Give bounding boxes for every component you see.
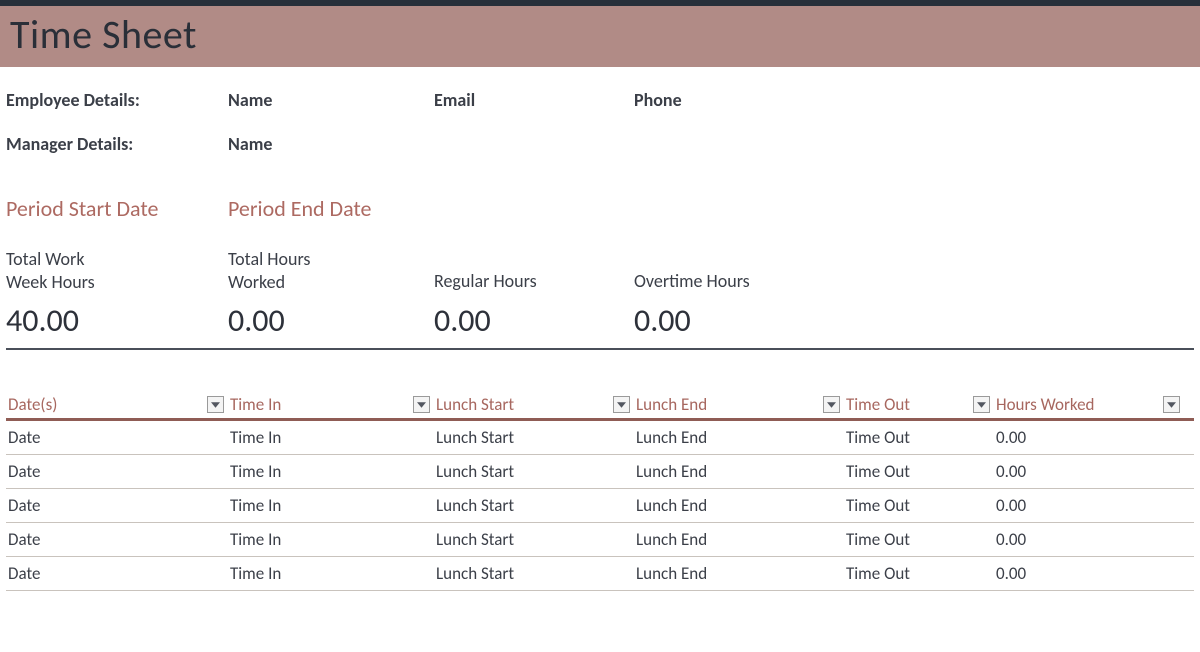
cell-hours: 0.00 [994, 523, 1184, 556]
cell-lunch-start[interactable]: Lunch Start [434, 421, 634, 454]
filter-dropdown-icon[interactable] [1163, 396, 1180, 413]
col-header-time-in-label: Time In [230, 394, 281, 415]
employee-email[interactable]: Email [434, 89, 634, 111]
cell-hours: 0.00 [994, 455, 1184, 488]
cell-lunch-end[interactable]: Lunch End [634, 557, 844, 590]
employee-phone[interactable]: Phone [634, 89, 844, 111]
col-header-hours-worked[interactable]: Hours Worked [994, 390, 1184, 418]
summary-value-0: 40.00 [6, 301, 228, 346]
summary-value-1: 0.00 [228, 301, 434, 346]
cell-time-in[interactable]: Time In [228, 421, 434, 454]
summary-label-0: Total Work Week Hours [6, 248, 228, 301]
cell-time-out[interactable]: Time Out [844, 523, 994, 556]
cell-time-in[interactable]: Time In [228, 489, 434, 522]
table-row: Date Time In Lunch Start Lunch End Time … [6, 557, 1194, 591]
employee-details-label: Employee Details: [6, 89, 228, 111]
col-header-hours-worked-label: Hours Worked [996, 394, 1095, 415]
details-section: Employee Details: Name Email Phone Manag… [0, 67, 1200, 187]
cell-date[interactable]: Date [6, 557, 228, 590]
cell-lunch-start[interactable]: Lunch Start [434, 455, 634, 488]
table-row: Date Time In Lunch Start Lunch End Time … [6, 489, 1194, 523]
cell-hours: 0.00 [994, 421, 1184, 454]
summary-label-3: Overtime Hours [634, 248, 844, 301]
cell-lunch-start[interactable]: Lunch Start [434, 523, 634, 556]
table-header-row: Date(s) Time In Lunch Start Lunch End Ti… [6, 390, 1194, 421]
table-row: Date Time In Lunch Start Lunch End Time … [6, 421, 1194, 455]
page-title: Time Sheet [10, 10, 1190, 59]
summary-label-1: Total Hours Worked [228, 248, 434, 301]
cell-time-out[interactable]: Time Out [844, 557, 994, 590]
summary-value-2: 0.00 [434, 301, 634, 346]
cell-lunch-end[interactable]: Lunch End [634, 523, 844, 556]
col-header-time-in[interactable]: Time In [228, 390, 434, 418]
summary-block: Total Work Week Hours Total Hours Worked… [0, 248, 1200, 346]
cell-lunch-start[interactable]: Lunch Start [434, 489, 634, 522]
title-bar: Time Sheet [0, 6, 1200, 67]
cell-hours: 0.00 [994, 557, 1184, 590]
filter-dropdown-icon[interactable] [823, 396, 840, 413]
filter-dropdown-icon[interactable] [973, 396, 990, 413]
manager-details-label: Manager Details: [6, 133, 228, 155]
cell-time-in[interactable]: Time In [228, 557, 434, 590]
cell-date[interactable]: Date [6, 455, 228, 488]
col-header-date-label: Date(s) [8, 394, 57, 415]
period-start-label[interactable]: Period Start Date [6, 195, 228, 222]
col-header-date[interactable]: Date(s) [6, 390, 228, 418]
table-row: Date Time In Lunch Start Lunch End Time … [6, 523, 1194, 557]
cell-time-in[interactable]: Time In [228, 523, 434, 556]
cell-time-out[interactable]: Time Out [844, 421, 994, 454]
col-header-time-out[interactable]: Time Out [844, 390, 994, 418]
period-end-label[interactable]: Period End Date [228, 195, 448, 222]
manager-details-row: Manager Details: Name [6, 133, 1200, 155]
col-header-lunch-end[interactable]: Lunch End [634, 390, 844, 418]
filter-dropdown-icon[interactable] [413, 396, 430, 413]
time-table: Date(s) Time In Lunch Start Lunch End Ti… [0, 350, 1200, 591]
cell-hours: 0.00 [994, 489, 1184, 522]
cell-lunch-end[interactable]: Lunch End [634, 455, 844, 488]
summary-values: 40.00 0.00 0.00 0.00 [6, 301, 1200, 346]
summary-labels: Total Work Week Hours Total Hours Worked… [6, 248, 1200, 301]
filter-dropdown-icon[interactable] [207, 396, 224, 413]
period-row: Period Start Date Period End Date [0, 187, 1200, 248]
col-header-lunch-start-label: Lunch Start [436, 394, 514, 415]
manager-name[interactable]: Name [228, 133, 434, 155]
summary-value-3: 0.00 [634, 301, 844, 346]
col-header-time-out-label: Time Out [846, 394, 910, 415]
summary-label-2: Regular Hours [434, 248, 634, 301]
cell-time-in[interactable]: Time In [228, 455, 434, 488]
table-body: Date Time In Lunch Start Lunch End Time … [6, 421, 1194, 591]
cell-date[interactable]: Date [6, 523, 228, 556]
cell-lunch-start[interactable]: Lunch Start [434, 557, 634, 590]
cell-lunch-end[interactable]: Lunch End [634, 489, 844, 522]
employee-details-row: Employee Details: Name Email Phone [6, 89, 1200, 111]
col-header-lunch-start[interactable]: Lunch Start [434, 390, 634, 418]
cell-time-out[interactable]: Time Out [844, 455, 994, 488]
employee-name[interactable]: Name [228, 89, 434, 111]
filter-dropdown-icon[interactable] [613, 396, 630, 413]
cell-date[interactable]: Date [6, 421, 228, 454]
col-header-lunch-end-label: Lunch End [636, 394, 707, 415]
cell-date[interactable]: Date [6, 489, 228, 522]
table-row: Date Time In Lunch Start Lunch End Time … [6, 455, 1194, 489]
cell-lunch-end[interactable]: Lunch End [634, 421, 844, 454]
cell-time-out[interactable]: Time Out [844, 489, 994, 522]
